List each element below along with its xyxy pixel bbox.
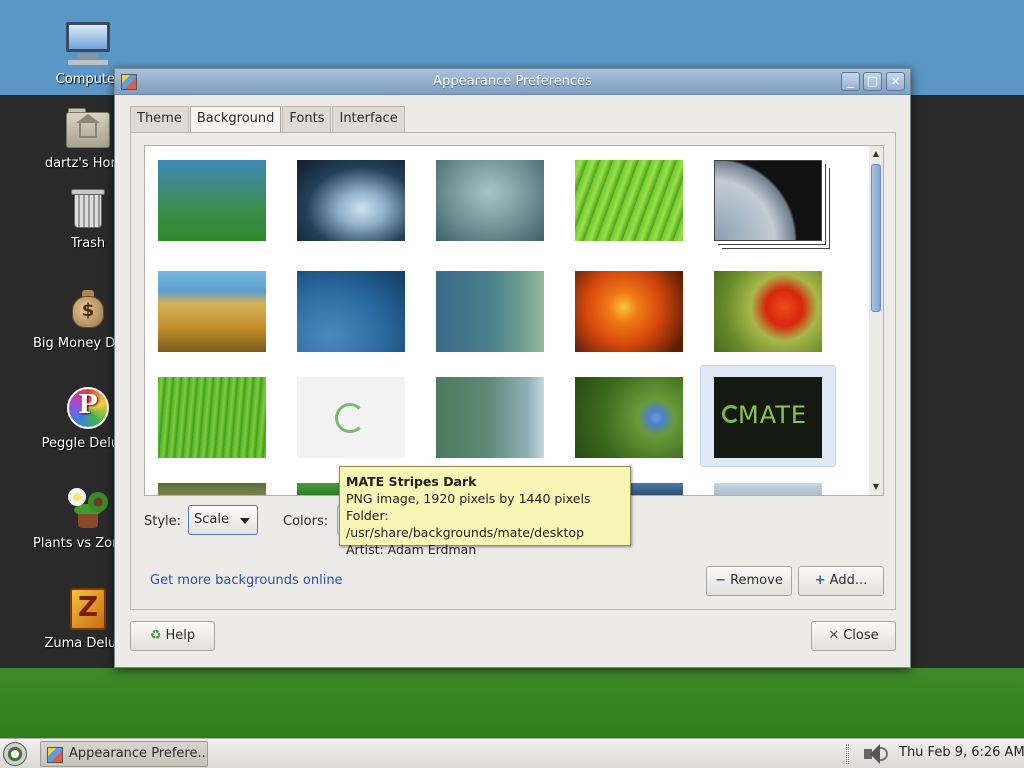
tooltip-line: PNG image, 1920 pixels by 1440 pixels	[346, 491, 591, 506]
style-dropdown-value: Scale	[194, 512, 229, 527]
more-backgrounds-link[interactable]: Get more backgrounds online	[150, 573, 343, 588]
computer-icon	[64, 20, 112, 68]
wallpaper-thumbnail-selected[interactable]: MATE	[714, 377, 822, 458]
wallpaper-thumbnail[interactable]	[436, 377, 544, 458]
window-title: Appearance Preferences	[433, 74, 592, 89]
help-button[interactable]: ♻ Help	[130, 621, 215, 651]
style-dropdown[interactable]: Scale	[188, 505, 258, 535]
minimize-button[interactable]: _	[841, 72, 860, 91]
tab-theme[interactable]: Theme	[130, 106, 189, 132]
chevron-down-icon	[240, 518, 250, 524]
wallpaper-thumbnail[interactable]	[714, 483, 822, 495]
remove-button[interactable]: − Remove	[706, 566, 792, 596]
taskbar-window-label: Appearance Prefere...	[69, 746, 208, 761]
minus-icon: −	[715, 573, 727, 588]
add-label: Add...	[829, 573, 868, 588]
appearance-preferences-window: Appearance Preferences _ □ × Theme Backg…	[114, 68, 911, 668]
wallpaper-grid[interactable]: MATE	[144, 145, 870, 496]
plants-icon	[64, 484, 112, 532]
close-icon: ✕	[828, 628, 840, 643]
zuma-icon: Z	[64, 584, 112, 632]
mate-logo-icon	[335, 403, 365, 433]
volume-icon[interactable]	[862, 743, 888, 765]
tab-background[interactable]: Background	[189, 106, 282, 133]
close-icon: ×	[890, 74, 901, 88]
maximize-icon: □	[866, 74, 879, 88]
scroll-down-icon[interactable]: ▼	[871, 482, 881, 492]
wallpaper-scrollbar[interactable]: ▲ ▼	[869, 145, 884, 496]
wallpaper-thumbnail[interactable]	[714, 160, 822, 241]
wallpaper-thumbnail[interactable]	[158, 271, 266, 352]
wallpaper-thumbnail[interactable]	[714, 271, 822, 352]
clock[interactable]: Thu Feb 9, 6:26 AM	[899, 745, 1024, 760]
wallpaper-thumbnail[interactable]	[436, 271, 544, 352]
money-bag-icon: $	[64, 284, 112, 332]
tray-handle[interactable]	[846, 744, 849, 764]
maximize-button[interactable]: □	[863, 72, 882, 91]
window-titlebar[interactable]: Appearance Preferences _ □ ×	[115, 69, 910, 95]
bottom-panel: Appearance Prefere... Thu Feb 9, 6:26 AM	[0, 738, 1024, 768]
wallpaper-thumbnail[interactable]	[575, 271, 683, 352]
close-button[interactable]: ✕ Close	[811, 621, 896, 651]
trash-icon	[64, 184, 112, 232]
close-window-button[interactable]: ×	[886, 72, 905, 91]
wallpaper-thumbnail[interactable]	[158, 483, 266, 495]
wallpaper-thumbnail[interactable]	[297, 377, 405, 458]
add-button[interactable]: + Add...	[798, 566, 884, 596]
appearance-app-icon	[47, 747, 63, 763]
tooltip-title: MATE Stripes Dark	[346, 474, 477, 489]
wallpaper-tooltip: MATE Stripes Dark PNG image, 1920 pixels…	[339, 466, 631, 557]
wallpaper-thumbnail[interactable]	[297, 271, 405, 352]
tab-interface[interactable]: Interface	[332, 106, 405, 132]
taskbar-window-button[interactable]: Appearance Prefere...	[40, 741, 208, 767]
wallpaper-thumbnail[interactable]	[436, 160, 544, 241]
help-icon: ♻	[149, 628, 162, 643]
tab-bar: Theme Background Fonts Interface	[130, 106, 406, 133]
home-folder-icon	[64, 104, 112, 152]
colors-label: Colors:	[283, 514, 329, 529]
scrollbar-thumb[interactable]	[871, 164, 881, 312]
main-menu-icon[interactable]	[3, 742, 27, 766]
wallpaper-thumbnail[interactable]	[158, 377, 266, 458]
minimize-icon: _	[847, 74, 854, 88]
wallpaper-thumbnail[interactable]	[575, 160, 683, 241]
mate-logo-text: MATE	[738, 401, 808, 429]
close-label: Close	[843, 628, 879, 643]
scroll-up-icon[interactable]: ▲	[871, 149, 881, 159]
style-label: Style:	[144, 514, 182, 529]
peggle-icon: P	[64, 384, 112, 432]
tooltip-line: Folder: /usr/share/backgrounds/mate/desk…	[346, 508, 585, 540]
help-label: Help	[165, 628, 196, 643]
plus-icon: +	[814, 573, 826, 588]
wallpaper-thumbnail[interactable]	[575, 377, 683, 458]
wallpaper-thumbnail[interactable]	[297, 160, 405, 241]
wallpaper-thumbnail[interactable]	[158, 160, 266, 241]
tooltip-line: Artist: Adam Erdman	[346, 542, 477, 557]
tab-fonts[interactable]: Fonts	[282, 106, 332, 132]
remove-label: Remove	[730, 573, 783, 588]
